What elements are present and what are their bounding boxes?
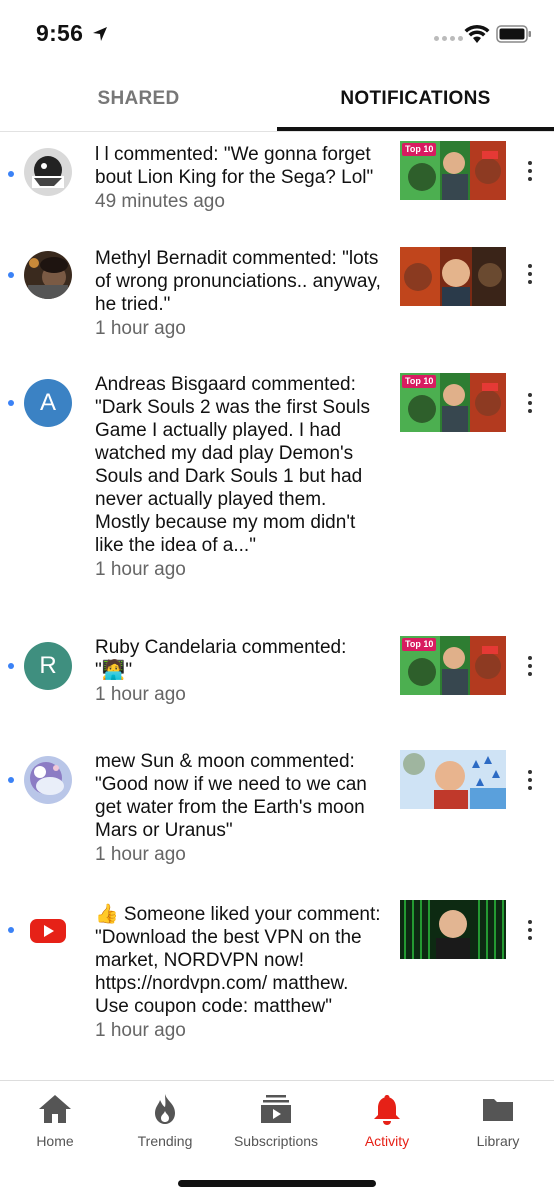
more-options-button[interactable] xyxy=(520,651,540,681)
avatar[interactable]: R xyxy=(24,642,72,690)
notification-text: Andreas Bisgaard commented: "Dark Souls … xyxy=(95,373,383,581)
notification-item[interactable]: 👍 Someone liked your comment: "Download … xyxy=(0,900,554,1068)
notification-item[interactable]: R Ruby Candelaria commented: "🧑‍💻" 1 hou… xyxy=(0,635,554,725)
notification-text: Methyl Bernadit commented: "lots of wron… xyxy=(95,247,383,340)
location-arrow-icon xyxy=(93,27,107,41)
thumbnail-badge: Top 10 xyxy=(405,639,434,649)
nav-trending[interactable]: Trending xyxy=(110,1081,220,1161)
nav-label: Home xyxy=(36,1133,74,1149)
video-thumbnail[interactable] xyxy=(400,247,506,306)
more-options-button[interactable] xyxy=(520,915,540,945)
nav-activity[interactable]: Activity xyxy=(332,1081,442,1161)
active-tab-indicator xyxy=(277,127,554,131)
notification-item[interactable]: Methyl Bernadit commented: "lots of wron… xyxy=(0,247,554,347)
avatar[interactable] xyxy=(24,251,72,299)
unread-dot xyxy=(8,927,14,933)
video-thumbnail[interactable] xyxy=(400,900,506,959)
unread-dot xyxy=(8,663,14,669)
nav-label: Trending xyxy=(137,1133,193,1149)
video-thumbnail[interactable] xyxy=(400,750,506,809)
unread-dot xyxy=(8,171,14,177)
more-options-button[interactable] xyxy=(520,765,540,795)
notification-item[interactable]: A Andreas Bisgaard commented: "Dark Soul… xyxy=(0,372,554,582)
bell-icon xyxy=(374,1095,400,1125)
comment-text: l l commented: "We gonna forget bout Lio… xyxy=(95,144,374,188)
home-icon xyxy=(39,1095,71,1123)
comment-text: Ruby Candelaria commented: "🧑‍💻" xyxy=(95,637,347,681)
notification-text: mew Sun & moon commented: "Good now if w… xyxy=(95,750,383,866)
notification-time: 1 hour ago xyxy=(95,844,186,865)
subscriptions-icon xyxy=(261,1095,291,1123)
notification-time: 1 hour ago xyxy=(95,1020,186,1041)
status-bar: 9:56 xyxy=(0,0,554,70)
nav-label: Library xyxy=(476,1133,520,1149)
nav-library[interactable]: Library xyxy=(443,1081,553,1161)
unread-dot xyxy=(8,777,14,783)
more-options-button[interactable] xyxy=(520,259,540,289)
notification-time: 1 hour ago xyxy=(95,318,186,339)
notification-text: Ruby Candelaria commented: "🧑‍💻" 1 hour … xyxy=(95,636,383,706)
avatar[interactable]: A xyxy=(24,379,72,427)
video-thumbnail[interactable]: Top 10 xyxy=(400,636,506,695)
notification-text: 👍 Someone liked your comment: "Download … xyxy=(95,903,383,1042)
avatar[interactable] xyxy=(24,756,72,804)
notification-item[interactable]: l l commented: "We gonna forget bout Lio… xyxy=(0,140,554,230)
home-indicator[interactable] xyxy=(178,1180,376,1187)
notification-time: 49 minutes ago xyxy=(95,191,225,212)
nav-subscriptions[interactable]: Subscriptions xyxy=(221,1081,331,1161)
unread-dot xyxy=(8,400,14,406)
video-thumbnail[interactable]: Top 10 xyxy=(400,141,506,200)
avatar[interactable] xyxy=(24,148,72,196)
flame-icon xyxy=(155,1094,175,1124)
comment-text: Andreas Bisgaard commented: "Dark Souls … xyxy=(95,374,370,556)
tab-shared[interactable]: SHARED xyxy=(0,70,277,128)
comment-text: 👍 Someone liked your comment: "Download … xyxy=(95,904,381,1017)
comment-text: mew Sun & moon commented: "Good now if w… xyxy=(95,751,367,841)
more-options-button[interactable] xyxy=(520,156,540,186)
tab-notifications[interactable]: NOTIFICATIONS xyxy=(277,70,554,128)
nav-home[interactable]: Home xyxy=(0,1081,110,1161)
nav-label: Activity xyxy=(364,1133,410,1149)
thumbnail-badge: Top 10 xyxy=(405,144,434,154)
avatar-letter: R xyxy=(39,652,57,679)
status-time: 9:56 xyxy=(36,20,84,46)
tab-bar: SHARED NOTIFICATIONS xyxy=(0,70,554,132)
notification-item[interactable]: mew Sun & moon commented: "Good now if w… xyxy=(0,749,554,869)
notification-time: 1 hour ago xyxy=(95,684,186,705)
nav-label: Subscriptions xyxy=(233,1133,319,1149)
avatar-letter: A xyxy=(39,389,56,416)
youtube-logo-icon xyxy=(24,906,72,954)
comment-text: Methyl Bernadit commented: "lots of wron… xyxy=(95,248,381,315)
notification-time: 1 hour ago xyxy=(95,559,186,580)
unread-dot xyxy=(8,272,14,278)
cellular-signal-icon xyxy=(434,36,463,41)
notification-text: l l commented: "We gonna forget bout Lio… xyxy=(95,143,383,213)
folder-icon xyxy=(483,1099,513,1121)
battery-icon xyxy=(496,25,531,43)
video-thumbnail[interactable]: Top 10 xyxy=(400,373,506,432)
more-options-button[interactable] xyxy=(520,388,540,418)
wifi-icon xyxy=(464,24,490,43)
thumbnail-badge: Top 10 xyxy=(405,376,434,386)
